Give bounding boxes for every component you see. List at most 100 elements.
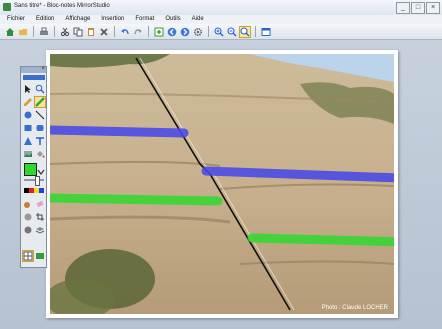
rotate-icon bbox=[24, 226, 32, 234]
line-tool[interactable] bbox=[35, 110, 45, 120]
eraser-tool[interactable] bbox=[35, 199, 45, 209]
photo-credit: Photo : Claude LOCHER bbox=[322, 305, 389, 311]
crop-tool[interactable] bbox=[35, 212, 45, 222]
window-controls: _ □ × bbox=[396, 2, 440, 14]
print-button[interactable] bbox=[38, 26, 50, 38]
window-title: Sans titre* - Bloc-notes MirrorStudio bbox=[14, 3, 110, 9]
palette-close-icon[interactable]: × bbox=[41, 66, 45, 73]
minimize-button[interactable]: _ bbox=[396, 2, 410, 14]
app-icon bbox=[3, 3, 11, 11]
brush-tool[interactable] bbox=[23, 199, 33, 209]
stamp-tool[interactable] bbox=[23, 212, 33, 222]
triangle-tool[interactable] bbox=[23, 136, 33, 146]
scissors-icon bbox=[60, 27, 70, 36]
slider-handle[interactable] bbox=[35, 176, 40, 186]
color-dropdown[interactable] bbox=[36, 167, 45, 175]
magnifier-icon bbox=[35, 84, 45, 94]
pencil-tool[interactable] bbox=[23, 97, 33, 107]
toolbar-separator bbox=[208, 26, 209, 37]
image-icon bbox=[24, 151, 32, 157]
text-icon bbox=[36, 137, 44, 145]
menu-aide[interactable]: Aide bbox=[192, 15, 204, 24]
printer-icon bbox=[40, 27, 48, 35]
menu-fichier[interactable]: Fichier bbox=[7, 15, 25, 24]
rectangle-tool[interactable] bbox=[23, 123, 33, 133]
paint-bucket-icon bbox=[37, 151, 45, 158]
view-button[interactable] bbox=[260, 26, 272, 38]
zoom-out-icon bbox=[227, 26, 237, 36]
export-tool[interactable] bbox=[35, 251, 45, 261]
menu-edition[interactable]: Edition bbox=[36, 15, 54, 24]
line-icon bbox=[35, 110, 45, 120]
clipboard-icon bbox=[88, 27, 94, 36]
toolbar-separator bbox=[148, 26, 149, 37]
previous-button[interactable] bbox=[166, 26, 178, 38]
open-button[interactable] bbox=[17, 26, 29, 38]
stamp-icon bbox=[24, 213, 32, 221]
grid-tool[interactable] bbox=[22, 250, 34, 262]
layers-icon bbox=[35, 227, 45, 234]
rotate-tool[interactable] bbox=[23, 225, 33, 235]
line-width-slider[interactable] bbox=[24, 179, 44, 181]
gear-icon bbox=[193, 27, 203, 36]
grid-icon bbox=[23, 251, 33, 261]
rectangle-icon bbox=[24, 125, 32, 131]
close-button[interactable]: × bbox=[426, 2, 440, 14]
undo-icon bbox=[121, 28, 129, 34]
circle-icon bbox=[24, 111, 32, 119]
zoom-fit-icon bbox=[240, 26, 250, 36]
menu-insertion[interactable]: Insertion bbox=[101, 15, 124, 24]
zoom-in-button[interactable] bbox=[213, 26, 225, 38]
menu-affichage[interactable]: Affichage bbox=[65, 15, 90, 24]
cut-button[interactable] bbox=[59, 26, 71, 38]
copy-button[interactable] bbox=[72, 26, 84, 38]
zoom-fit-button[interactable] bbox=[239, 25, 251, 38]
color-bar bbox=[23, 75, 45, 80]
folder-icon bbox=[19, 28, 27, 35]
select-tool[interactable] bbox=[23, 84, 33, 94]
highlighter-icon bbox=[35, 97, 45, 107]
insert-icon bbox=[154, 27, 164, 36]
fill-tool[interactable] bbox=[35, 149, 45, 159]
delete-button[interactable] bbox=[98, 26, 110, 38]
toolbar-separator bbox=[33, 26, 34, 37]
maximize-button[interactable]: □ bbox=[411, 2, 425, 14]
tool-palette: × bbox=[20, 66, 47, 268]
title-bar: Sans titre* - Bloc-notes MirrorStudio _ … bbox=[0, 0, 442, 16]
zoom-in-icon bbox=[214, 26, 224, 36]
rounded-rect-icon bbox=[36, 125, 44, 131]
delete-icon bbox=[100, 27, 108, 36]
menu-format[interactable]: Format bbox=[135, 15, 154, 24]
back-arrow-icon bbox=[167, 27, 177, 36]
drawing-canvas[interactable]: Photo : Claude LOCHER bbox=[46, 50, 398, 318]
toolbar-separator bbox=[114, 26, 115, 37]
ellipse-tool[interactable] bbox=[23, 110, 33, 120]
swatch-blue[interactable] bbox=[39, 188, 44, 193]
copy-icon bbox=[73, 27, 83, 36]
palette-title-bar[interactable]: × bbox=[21, 66, 46, 73]
window-icon bbox=[261, 27, 271, 36]
zoom-out-button[interactable] bbox=[226, 26, 238, 38]
next-button[interactable] bbox=[179, 26, 191, 38]
text-tool[interactable] bbox=[35, 136, 45, 146]
redo-button[interactable] bbox=[132, 26, 144, 38]
image-tool[interactable] bbox=[23, 149, 33, 159]
toolbar-separator bbox=[255, 26, 256, 37]
menu-bar: Fichier Edition Affichage Insertion Form… bbox=[0, 15, 442, 24]
menu-outils[interactable]: Outils bbox=[165, 15, 180, 24]
main-toolbar bbox=[0, 24, 442, 40]
insert-button[interactable] bbox=[153, 26, 165, 38]
rounded-shape-tool[interactable] bbox=[35, 123, 45, 133]
triangle-icon bbox=[24, 137, 32, 145]
home-button[interactable] bbox=[4, 26, 16, 38]
green-stratum-left bbox=[50, 193, 223, 206]
settings-button[interactable] bbox=[192, 26, 204, 38]
zoom-tool[interactable] bbox=[35, 84, 45, 94]
highlighter-tool[interactable] bbox=[34, 96, 46, 108]
undo-button[interactable] bbox=[119, 26, 131, 38]
export-icon bbox=[36, 253, 44, 259]
blue-stratum-left bbox=[50, 125, 189, 138]
redo-icon bbox=[134, 28, 142, 34]
layers-tool[interactable] bbox=[35, 225, 45, 235]
paste-button[interactable] bbox=[85, 26, 97, 38]
